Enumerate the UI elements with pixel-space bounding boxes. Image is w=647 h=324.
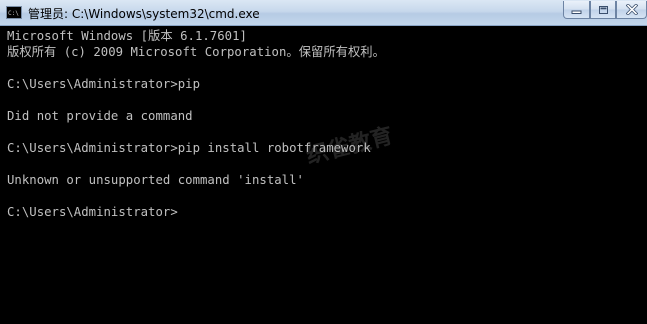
console-line: Microsoft Windows [版本 6.1.7601] <box>7 29 247 43</box>
close-icon <box>625 4 638 15</box>
console-line: 版权所有 (c) 2009 Microsoft Corporation。保留所有… <box>7 45 385 59</box>
console-line: Unknown or unsupported command 'install' <box>7 173 304 187</box>
title-bar[interactable]: C:\ 管理员: C:\Windows\system32\cmd.exe <box>0 0 647 26</box>
console-prompt: C:\Users\Administrator> <box>7 205 178 219</box>
window-title: 管理员: C:\Windows\system32\cmd.exe <box>28 7 260 21</box>
console-output[interactable]: Microsoft Windows [版本 6.1.7601] 版权所有 (c)… <box>0 26 647 324</box>
minimize-button[interactable] <box>563 1 590 19</box>
console-line: C:\Users\Administrator>pip install robot… <box>7 141 371 155</box>
close-button[interactable] <box>616 1 647 19</box>
console-line: Did not provide a command <box>7 109 193 123</box>
minimize-icon <box>571 10 582 14</box>
cmd-window: C:\ 管理员: C:\Windows\system32\cmd.exe Mic… <box>0 0 647 324</box>
cmd-icon[interactable]: C:\ <box>6 6 22 19</box>
svg-text:C:\: C:\ <box>8 10 19 17</box>
console-line: C:\Users\Administrator>pip <box>7 77 201 91</box>
maximize-icon <box>598 5 608 14</box>
maximize-button[interactable] <box>590 1 616 19</box>
